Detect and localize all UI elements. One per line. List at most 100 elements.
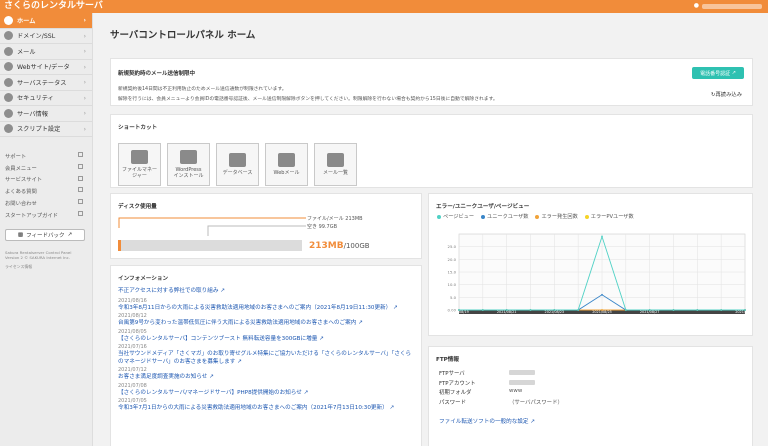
- info-date: 2021/08/05: [118, 328, 147, 335]
- data-point: [720, 309, 723, 311]
- sidebar-link[interactable]: 会員メニュー: [0, 162, 92, 174]
- data-point: [672, 309, 675, 311]
- notice-title: 新規契約時のメール送信制限中: [118, 71, 196, 77]
- sidebar-item-0[interactable]: ホーム ›: [0, 13, 92, 29]
- info-link[interactable]: 【さくらのレンタルサーバ】コンテンツブースト 無料転送容量を300GBに増量 ↗: [118, 336, 416, 344]
- page-title: サーバコントロールパネル ホーム: [110, 30, 256, 41]
- shortcut-label: Webメール: [273, 170, 300, 176]
- disk-title: ディスク使用量: [118, 204, 157, 210]
- external-link-icon: ↗: [387, 405, 395, 411]
- external-link-icon: ↗: [391, 304, 398, 311]
- sidebar-link-label: スタートアップガイド: [5, 212, 58, 219]
- info-link-text: 台風第9号から変わった温帯低気圧に伴う大雨による災害救助法適用地域のお客さまへの…: [118, 320, 357, 326]
- sidebar-link[interactable]: スタートアップガイド: [0, 209, 92, 221]
- shortcut-label: ファイルマネー ジャー: [121, 167, 157, 179]
- sidebar-link[interactable]: サービスサイト: [0, 174, 92, 186]
- sidebar-link[interactable]: よくある質問: [0, 185, 92, 197]
- chevron-right-icon: ›: [83, 110, 86, 117]
- license-link[interactable]: ライセンス情報: [5, 264, 87, 270]
- info-link[interactable]: 当社サウンドメディア「さくマガ」のお取り寄せグルメ特集にご協力いただける「さくら…: [118, 351, 416, 366]
- external-link-icon: ↗: [530, 419, 535, 425]
- user-menu[interactable]: ●: [694, 1, 762, 11]
- notice-text: 新規契約後14日間は不正利用防止のためメール送信通数が制限されています。 解除を…: [118, 85, 498, 104]
- disk-bracket: [118, 217, 306, 236]
- external-link-icon: [78, 175, 83, 181]
- ftp-row: FTPアカウント: [439, 379, 535, 387]
- sidebar-item-6[interactable]: サーバ情報 ›: [0, 106, 92, 122]
- ftp-value: www: [509, 388, 523, 394]
- data-point: [648, 309, 651, 311]
- chat-icon: ▩: [17, 231, 24, 238]
- info-top-link-text: 不正アクセスに対する弊社での取り組み: [118, 288, 219, 294]
- shield-icon: [4, 93, 13, 103]
- info-link[interactable]: お客さま満足度調査実施のお知らせ ↗: [118, 374, 416, 382]
- data-point: [601, 235, 603, 238]
- sidebar-item-5[interactable]: セキュリティ ›: [0, 91, 92, 106]
- shortcut-label: WordPress インストール: [173, 167, 204, 179]
- shortcut-folder[interactable]: ファイルマネー ジャー: [118, 143, 161, 186]
- data-point: [577, 309, 580, 311]
- sidebar-nav: ホーム › ドメイン/SSL › メール › Webサイト/データ › サーバステータス › セキュ…: [0, 13, 92, 137]
- chevron-right-icon: ›: [83, 48, 86, 55]
- y-tick-label: 10.0: [448, 282, 457, 287]
- database-icon: [229, 153, 246, 167]
- info-top-link[interactable]: 不正アクセスに対する弊社での取り組み ↗: [118, 288, 416, 296]
- notice-line: 新規契約後14日間は不正利用防止のためメール送信通数が制限されています。: [118, 87, 287, 92]
- legend-label: ページビュー: [443, 214, 475, 220]
- info-entries: 2021/08/16 令和3年8月11日からの大雨による災害救助法適用地域のお客さ…: [118, 298, 416, 413]
- ftp-card: FTP情報 FTPサーバ FTPアカウント 初期フォルダ www パスワード （サーバパス…: [428, 346, 753, 446]
- y-tick-label: 20.0: [448, 257, 457, 262]
- sidebar-item-4[interactable]: サーバステータス ›: [0, 75, 92, 91]
- ftp-guide-link[interactable]: ファイル転送ソフトの一般的な設定 ↗: [439, 419, 535, 427]
- sidebar-item-3[interactable]: Webサイト/データ ›: [0, 60, 92, 75]
- sidebar-link-label: サポート: [5, 153, 27, 160]
- ftp-value: （サーバパスワード）: [509, 399, 563, 406]
- traffic-card: エラー/ユニークユーザ/ページビュー ページビュー ユニークユーザ数 エラー発生回数…: [428, 193, 753, 336]
- sidebar-link[interactable]: サポート: [0, 150, 92, 162]
- sidebar-item-2[interactable]: メール ›: [0, 44, 92, 60]
- data-point: [601, 309, 603, 311]
- legend-item: エラー発生回数: [535, 213, 578, 220]
- legend-item: ユニークユーザ数: [481, 213, 528, 220]
- chevron-right-icon: ›: [83, 32, 86, 40]
- reload-button[interactable]: ↻再読み込み: [711, 90, 742, 98]
- info-link[interactable]: 【さくらのレンタルサーバ/マネージドサーバ】PHP8提供開始のお知らせ ↗: [118, 390, 416, 398]
- data-point: [505, 309, 508, 311]
- notice-line: 解除を行うには、会員メニューより会員IDの電話番号認証後、メール送信制限解除ボタ…: [118, 96, 498, 102]
- legend-label: ユニークユーザ数: [487, 214, 529, 220]
- info-link[interactable]: 台風第9号から変わった温帯低気圧に伴う大雨による災害救助法適用地域のお客さまへの…: [118, 320, 416, 328]
- ftp-key: FTPサーバ: [439, 371, 465, 377]
- external-link-icon: [78, 210, 83, 216]
- ftp-key: FTPアカウント: [439, 380, 476, 387]
- data-point: [481, 309, 484, 311]
- sidebar-item-1[interactable]: ドメイン/SSL ›: [0, 29, 92, 44]
- shortcut-database[interactable]: データベース: [216, 143, 259, 186]
- app-title[interactable]: さくらのレンタルサーバ: [4, 1, 103, 12]
- script-icon: [4, 124, 13, 134]
- sidebar-item-label: メール: [17, 48, 36, 56]
- info-link-text: 当社サウンドメディア「さくマガ」のお取り寄せグルメ特集にご協力いただける「さくら…: [118, 351, 412, 365]
- feedback-button[interactable]: ▩ フィードバック ↗: [5, 228, 85, 241]
- info-date: 2021/07/12: [118, 367, 147, 373]
- mail-icon: [4, 46, 13, 56]
- sidebar-item-7[interactable]: スクリプト設定 ›: [0, 122, 92, 137]
- shortcut-user[interactable]: メール一覧: [314, 143, 357, 186]
- traffic-title: エラー/ユニークユーザ/ページビュー: [436, 204, 530, 210]
- external-link-icon: ↗: [207, 374, 214, 380]
- user-icon: ●: [693, 2, 699, 9]
- shortcut-mail[interactable]: Webメール: [265, 143, 308, 186]
- info-link[interactable]: 令和3年7月1日からの大雨による災害救助法適用地域のお客さまへのご案内（2021…: [118, 405, 416, 413]
- shortcut-wordpress[interactable]: WordPress インストール: [167, 143, 210, 186]
- web-icon: [4, 62, 13, 72]
- phone-auth-button[interactable]: 電話番号認証 ↗: [692, 67, 744, 79]
- sidebar-link[interactable]: お問い合わせ: [0, 197, 92, 209]
- disk-used: 213MB: [309, 241, 344, 251]
- notice-card: 新規契約時のメール送信制限中 新規契約後14日間は不正利用防止のためメール送信通…: [110, 58, 753, 106]
- traffic-chart: 0.005.010.015.020.025.02021/08/19 2021/08…: [448, 233, 751, 314]
- wordpress-icon: [180, 150, 197, 164]
- data-point: [744, 309, 746, 311]
- globe-icon: [4, 31, 13, 41]
- info-link[interactable]: 令和3年8月11日からの大雨による災害救助法適用地域のお客さまへのご案内（202…: [118, 305, 416, 313]
- disk-free-label: 空き 99.7GB: [307, 224, 338, 230]
- server-info-icon: [4, 108, 13, 118]
